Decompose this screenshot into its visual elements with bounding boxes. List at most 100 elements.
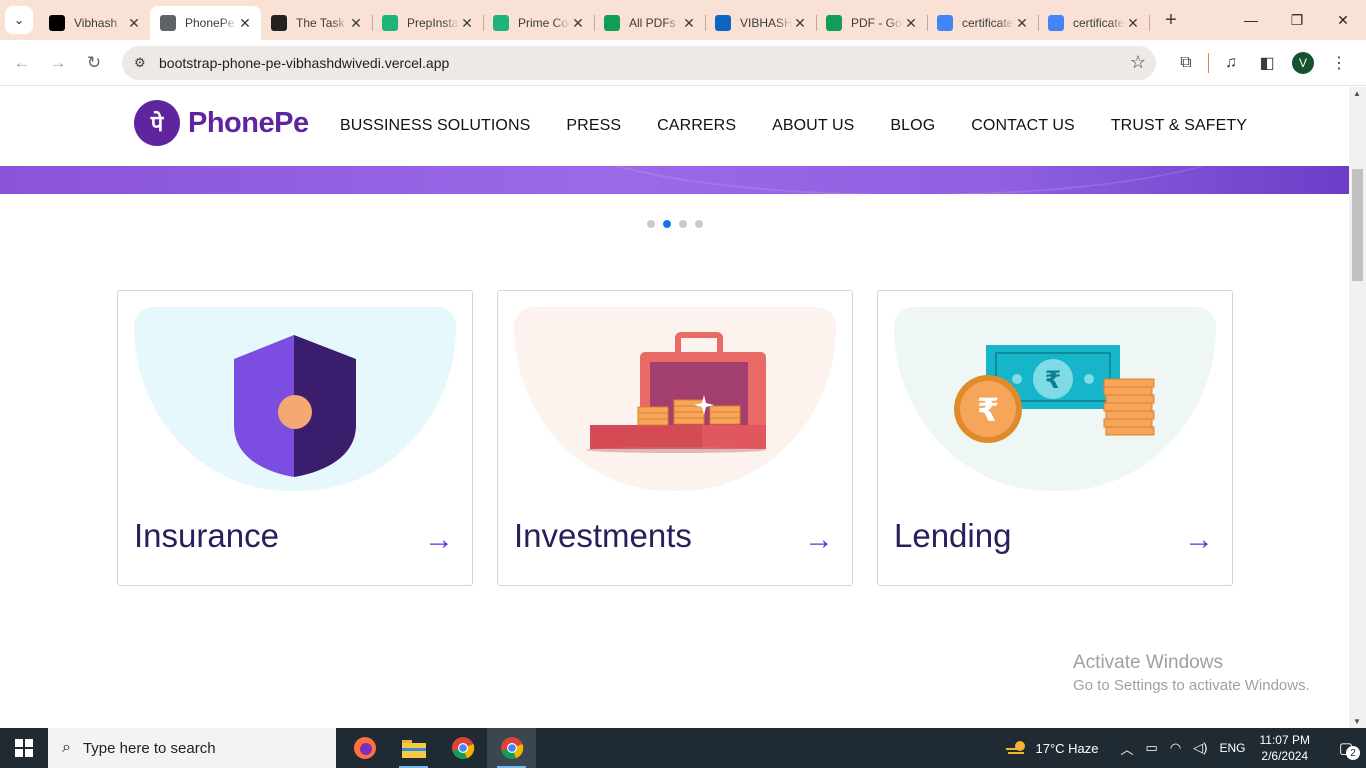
clock[interactable]: 11:07 PM 2/6/2024: [1260, 732, 1310, 764]
card-investments[interactable]: Investments →: [497, 290, 853, 586]
side-panel-icon[interactable]: ◧: [1249, 45, 1285, 81]
browser-toolbar: ← → ↻ ⚙ bootstrap-phone-pe-vibhashdwived…: [0, 40, 1366, 86]
tab-close-icon[interactable]: ✕: [792, 15, 808, 32]
browser-tab[interactable]: certificate ✕: [927, 6, 1039, 40]
weather-widget[interactable]: 17°C Haze: [1005, 740, 1099, 756]
forward-button[interactable]: →: [40, 45, 76, 81]
nav-link[interactable]: TRUST & SAFETY: [1111, 117, 1247, 135]
tab-close-icon[interactable]: ✕: [570, 15, 586, 32]
chrome-icon: [500, 737, 523, 760]
tab-title: All PDFs: [629, 16, 676, 30]
nav-link[interactable]: CARRERS: [657, 117, 736, 135]
browser-tab[interactable]: The Task ✕: [261, 6, 373, 40]
page-scrollbar[interactable]: ▲ ▼: [1349, 87, 1366, 728]
tab-title: Prime Course: [518, 16, 570, 30]
windows-taskbar: ⌕ Type here to search 17°C Haze ︿ ▭ ◠ ◁)…: [0, 728, 1366, 768]
tab-search-button[interactable]: ⌄: [5, 6, 33, 34]
address-bar[interactable]: ⚙ bootstrap-phone-pe-vibhashdwivedi.verc…: [122, 45, 1156, 80]
tab-title: certificate: [962, 16, 1014, 30]
brand-logo[interactable]: पे PhonePe: [134, 100, 309, 146]
card-title: Insurance: [134, 517, 279, 554]
shield-icon: [234, 335, 356, 477]
tab-close-icon[interactable]: ✕: [1014, 15, 1030, 32]
url-text[interactable]: bootstrap-phone-pe-vibhashdwivedi.vercel…: [159, 55, 1130, 71]
browser-tab[interactable]: certificate ✕: [1038, 6, 1150, 40]
volume-icon[interactable]: ◁): [1193, 740, 1207, 756]
window-controls: — ❐ ✕: [1228, 0, 1366, 40]
scroll-up-icon[interactable]: ▲: [1353, 89, 1361, 98]
start-button[interactable]: [0, 728, 48, 768]
toolbar-divider: [1208, 52, 1209, 73]
tab-list: Vibhash ✕ PhonePe ✕ The Task ✕ PrepInsta ✕ Prime…: [39, 0, 1150, 40]
tab-close-icon[interactable]: ✕: [126, 15, 142, 32]
tab-close-icon[interactable]: ✕: [459, 15, 475, 32]
carousel-dot[interactable]: [695, 220, 703, 228]
carousel-dot[interactable]: [647, 220, 655, 228]
card-title: Investments: [514, 517, 692, 554]
battery-icon[interactable]: ▭: [1146, 740, 1158, 756]
site-info-icon[interactable]: ⚙: [134, 55, 156, 71]
new-tab-button[interactable]: +: [1157, 6, 1185, 34]
nav-link[interactable]: BUSSINESS SOLUTIONS: [340, 117, 530, 135]
browser-tab[interactable]: Vibhash ✕: [39, 6, 150, 40]
card-lending[interactable]: ₹ ₹ Lending →: [877, 290, 1233, 586]
taskbar-search-box[interactable]: ⌕ Type here to search: [48, 728, 336, 768]
taskbar-chrome-active[interactable]: [487, 728, 536, 768]
nav-link[interactable]: CONTACT US: [971, 117, 1075, 135]
tab-close-icon[interactable]: ✕: [237, 15, 253, 32]
tab-title: PhonePe: [185, 16, 235, 30]
profile-button[interactable]: V: [1285, 45, 1321, 81]
svg-text:₹: ₹: [977, 391, 999, 429]
taskbar-file-explorer[interactable]: [389, 728, 438, 768]
media-control-icon[interactable]: ♫: [1213, 45, 1249, 81]
card-insurance[interactable]: Insurance →: [117, 290, 473, 586]
scrollbar-thumb[interactable]: [1352, 169, 1363, 281]
carousel-dot[interactable]: [663, 220, 671, 228]
nav-link[interactable]: ABOUT US: [772, 117, 854, 135]
tab-title: VIBHASH: [740, 16, 792, 30]
close-window-button[interactable]: ✕: [1320, 0, 1366, 40]
google-drive-icon: [604, 15, 620, 31]
carousel-dot[interactable]: [679, 220, 687, 228]
browser-tab-strip: ⌄ Vibhash ✕ PhonePe ✕ The Task ✕ PrepInsta ✕ Pri…: [0, 0, 1366, 40]
tab-close-icon[interactable]: ✕: [1125, 15, 1141, 32]
restore-button[interactable]: ❐: [1274, 0, 1320, 40]
back-button[interactable]: ←: [4, 45, 40, 81]
tab-title: certificate: [1073, 16, 1125, 30]
brand-name: PhonePe: [188, 106, 309, 139]
prepinsta-icon: [493, 15, 509, 31]
taskbar-chrome[interactable]: [438, 728, 487, 768]
browser-tab[interactable]: Prime Course✕: [483, 6, 595, 40]
browser-tab[interactable]: PhonePe ✕: [150, 6, 261, 40]
tab-close-icon[interactable]: ✕: [903, 15, 919, 32]
nav-link[interactable]: BLOG: [890, 117, 935, 135]
browser-tab[interactable]: All PDFs ✕: [594, 6, 706, 40]
arrow-right-icon[interactable]: →: [804, 523, 834, 557]
browser-tab[interactable]: PDF - Google Drive✕: [816, 6, 928, 40]
folder-icon: [401, 740, 426, 758]
show-hidden-icons-chevron-icon[interactable]: ︿: [1121, 739, 1134, 758]
page-viewport: पे PhonePe BUSSINESS SOLUTIONS PRESS CARRE…: [0, 87, 1366, 728]
minimize-button[interactable]: —: [1228, 0, 1274, 40]
menu-kebab-icon[interactable]: ⋮: [1321, 45, 1357, 81]
globe-icon: [160, 15, 176, 31]
wifi-icon[interactable]: ◠: [1170, 740, 1181, 756]
taskbar-firefox[interactable]: [340, 728, 389, 768]
nav-link[interactable]: PRESS: [566, 117, 621, 135]
arrow-right-icon[interactable]: →: [1184, 523, 1214, 557]
linkedin-icon: [715, 15, 731, 31]
tab-close-icon[interactable]: ✕: [681, 15, 697, 32]
haze-weather-icon: [1005, 741, 1025, 754]
browser-tab[interactable]: PrepInsta ✕: [372, 6, 484, 40]
browser-tab[interactable]: VIBHASH ✕: [705, 6, 817, 40]
tab-close-icon[interactable]: ✕: [348, 15, 364, 32]
notification-center-button[interactable]: ▢ 2: [1326, 728, 1366, 768]
main-menu: BUSSINESS SOLUTIONS PRESS CARRERS ABOUT US B…: [340, 117, 1283, 135]
extensions-icon[interactable]: ⧉: [1168, 45, 1204, 81]
scroll-down-icon[interactable]: ▼: [1353, 717, 1361, 726]
arrow-right-icon[interactable]: →: [424, 523, 454, 557]
bookmark-star-icon[interactable]: ☆: [1130, 52, 1146, 73]
watermark-subtitle: Go to Settings to activate Windows.: [1073, 677, 1310, 694]
reload-button[interactable]: ↻: [76, 45, 112, 81]
language-indicator[interactable]: ENG: [1220, 741, 1246, 755]
